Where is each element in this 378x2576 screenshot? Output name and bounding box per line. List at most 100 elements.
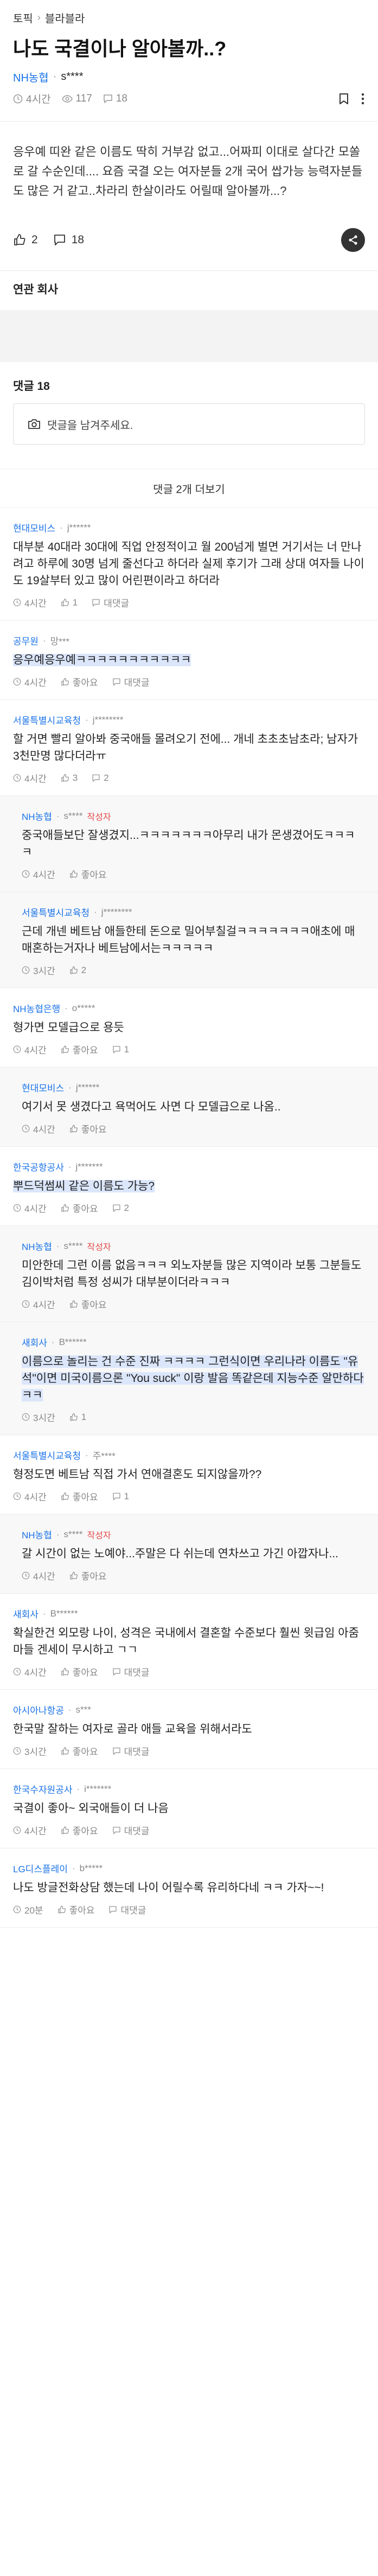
thumbs-up-icon — [70, 1413, 78, 1421]
comment-like-button[interactable]: 좋아요 — [61, 1489, 98, 1503]
more-button[interactable] — [361, 92, 365, 105]
reply-icon — [113, 678, 120, 686]
comment-header: 새회사 · B****** — [13, 1607, 365, 1620]
comment-author: o***** — [72, 1002, 95, 1013]
comment-company[interactable]: 한국공항공사 — [13, 1160, 64, 1173]
comment-header: 현대모비스 · j****** — [13, 521, 365, 534]
comment-meta: 4시간 좋아요 — [22, 1297, 365, 1311]
comment-meta: 4시간 3 2 — [13, 771, 365, 785]
bookmark-icon — [339, 93, 348, 104]
thumbs-up-icon — [70, 966, 78, 974]
comment-author: s*** — [75, 1704, 91, 1715]
thumbs-up-icon — [61, 1045, 69, 1053]
comment-time-text: 4시간 — [33, 1571, 55, 1582]
comment-meta: 4시간 좋아요 — [22, 1569, 365, 1582]
comment-like-button[interactable]: 좋아요 — [61, 1665, 98, 1678]
comment-reply-button[interactable]: 대댓글 — [108, 1903, 146, 1916]
comment-text-content: 미안한데 그런 이름 없음ㅋㅋㅋ 외노자분들 많은 지역이라 보통 그분들도 김… — [22, 1259, 362, 1289]
comment-time: 4시간 — [22, 1297, 55, 1311]
comment-like-button[interactable]: 좋아요 — [69, 867, 107, 881]
camera-icon — [28, 419, 40, 429]
comment-reply-button[interactable]: 대댓글 — [112, 1823, 150, 1837]
comment-reply-button[interactable]: 대댓글 — [112, 675, 150, 689]
comment-company[interactable]: NH농협 — [22, 1527, 52, 1541]
bookmark-button[interactable] — [339, 93, 349, 105]
comment-reply-text: 1 — [124, 1044, 130, 1055]
separator-dot: · — [72, 1862, 75, 1873]
comment-like-button[interactable]: 1 — [61, 597, 78, 608]
comment-like-button[interactable]: 좋아요 — [61, 1744, 98, 1758]
comment-input[interactable]: 댓글을 남겨주세요. — [13, 403, 365, 445]
breadcrumb-topic[interactable]: 토픽 — [13, 10, 33, 26]
author-badge: 작성자 — [87, 812, 111, 822]
section-gap — [0, 310, 378, 362]
comment-company[interactable]: 공무원 — [13, 634, 39, 647]
comment-company[interactable]: LG디스플레이 — [13, 1861, 68, 1875]
thumbs-up-icon — [61, 1204, 69, 1212]
comment-button[interactable]: 18 — [53, 233, 84, 247]
comment-company[interactable]: NH농협 — [22, 809, 52, 823]
comment-list: 현대모비스 · j****** 대부분 40대라 30대에 직업 안정적이고 월 20… — [0, 508, 378, 1928]
comment-reply-button[interactable]: 대댓글 — [92, 596, 129, 609]
comment-company[interactable]: 서울특별시교육청 — [13, 713, 81, 727]
comment-header: NH농협 · s**** 작성자 — [22, 809, 365, 823]
comment-like-button[interactable]: 좋아요 — [69, 1569, 107, 1582]
comment-reply-button[interactable]: 1 — [112, 1491, 129, 1502]
comment-like-text: 2 — [81, 964, 87, 975]
comment-reply-button[interactable]: 2 — [112, 1203, 129, 1214]
breadcrumb-board[interactable]: 블라블라 — [45, 10, 85, 26]
comment-header: NH농협 · s**** 작성자 — [22, 1527, 365, 1541]
comment-reply-button[interactable]: 1 — [112, 1044, 129, 1055]
comment-company[interactable]: 아시아나항공 — [13, 1703, 64, 1716]
comment-header: 한국공항공사 · j******* — [13, 1160, 365, 1173]
comment-like-button[interactable]: 좋아요 — [69, 1122, 107, 1135]
comment-like-button[interactable]: 좋아요 — [61, 1201, 98, 1215]
more-comments-button[interactable]: 댓글 2개 더보기 — [0, 469, 378, 508]
comment-company[interactable]: 서울특별시교육청 — [13, 1448, 81, 1462]
comment-text-content: 할 거면 빨리 알아봐 중국애들 몰려오기 전에... 개네 초초초남초라; 남… — [13, 733, 358, 762]
comment-time-text: 3시간 — [24, 1747, 47, 1757]
author-badge: 작성자 — [87, 1531, 111, 1540]
separator-dot: · — [53, 71, 57, 83]
comment-text: 형가면 모델급으로 용듯 — [13, 1019, 365, 1036]
comment-reply-button[interactable]: 대댓글 — [112, 1665, 150, 1678]
comment-time: 4시간 — [13, 771, 47, 785]
thumbs-up-icon — [61, 598, 69, 607]
comment-like-button[interactable]: 2 — [69, 965, 86, 976]
comment-text: 이름으로 놀리는 건 수준 진짜 ㅋㅋㅋㅋ 그런식이면 우리나라 이름도 "유석… — [22, 1353, 365, 1404]
comment-item: 한국수자원공사 · i******* 국결이 좋아~ 외국애들이 더 나음 4시간 좋아요… — [0, 1769, 378, 1848]
comment-company[interactable]: 현대모비스 — [13, 521, 55, 534]
clock-icon — [13, 678, 21, 686]
clock-icon — [22, 1300, 30, 1308]
comment-like-button[interactable]: 좋아요 — [61, 1823, 98, 1837]
comment-like-button[interactable]: 좋아요 — [61, 675, 98, 689]
comment-time: 4시간 — [22, 1122, 55, 1135]
comment-author: 주**** — [92, 1451, 116, 1461]
thumbs-up-icon — [61, 1492, 69, 1500]
comment-like-button[interactable]: 좋아요 — [57, 1903, 94, 1916]
share-button[interactable] — [341, 228, 365, 252]
comment-company[interactable]: 현대모비스 — [22, 1081, 64, 1094]
comment-company[interactable]: 한국수자원공사 — [13, 1782, 72, 1796]
comment-time: 4시간 — [13, 1665, 47, 1678]
comment-like-button[interactable]: 좋아요 — [61, 1043, 98, 1056]
comment-like-button[interactable]: 3 — [61, 773, 78, 784]
post-company[interactable]: NH농협 — [13, 69, 49, 85]
comment-like-button[interactable]: 1 — [69, 1412, 86, 1423]
comment-reply-text: 대댓글 — [120, 1905, 146, 1916]
comment-company[interactable]: 서울특별시교육청 — [22, 905, 89, 919]
post-time-text: 4시간 — [26, 94, 51, 105]
post-author-line: NH농협 · s**** — [13, 69, 365, 85]
comment-like-button[interactable]: 좋아요 — [69, 1297, 107, 1311]
comment-company[interactable]: NH농협 — [22, 1239, 52, 1253]
like-button[interactable]: 2 — [13, 233, 38, 247]
comment-author: i******* — [84, 1783, 112, 1794]
comment-time: 4시간 — [13, 596, 47, 609]
comment-reply-button[interactable]: 2 — [92, 773, 109, 784]
comment-company[interactable]: NH농협은행 — [13, 1001, 60, 1015]
comment-reply-text: 대댓글 — [124, 1668, 150, 1678]
comment-company[interactable]: 새회사 — [22, 1335, 47, 1349]
separator-dot: · — [56, 1240, 60, 1251]
comment-reply-button[interactable]: 대댓글 — [112, 1744, 150, 1758]
comment-company[interactable]: 새회사 — [13, 1607, 39, 1620]
